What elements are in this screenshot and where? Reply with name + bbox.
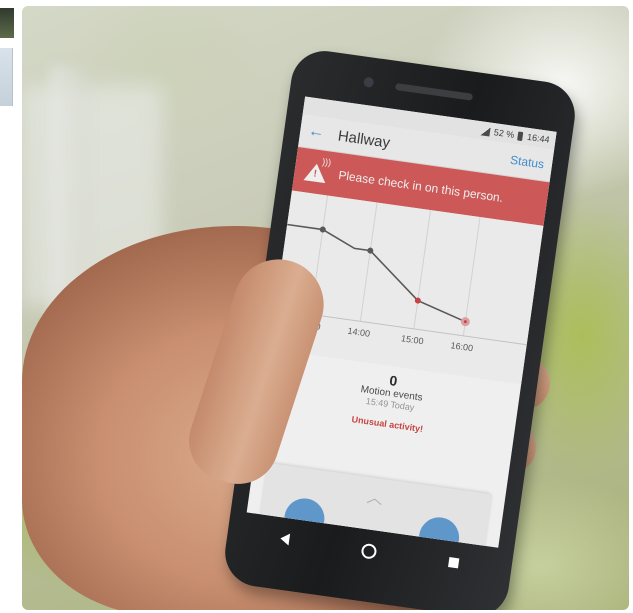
- alert-message: Please check in on this person.: [337, 167, 505, 205]
- grid-line: [413, 209, 432, 329]
- battery-icon: [517, 131, 524, 141]
- status-link[interactable]: Status: [509, 153, 545, 172]
- battery-percent: 52 %: [493, 127, 515, 140]
- page-title: Hallway: [336, 127, 392, 152]
- x-tick-label: 16:00: [450, 340, 474, 353]
- x-tick-label: 15:00: [400, 333, 424, 346]
- warning-icon: !))): [303, 157, 332, 184]
- signal-icon: [480, 125, 491, 137]
- data-point: [460, 317, 470, 327]
- data-point: [319, 226, 326, 233]
- earpiece-speaker: [394, 82, 474, 101]
- page-background-strip: [0, 0, 22, 613]
- grid-line: [359, 202, 378, 322]
- chevron-up-icon[interactable]: ︿: [366, 483, 385, 509]
- clock: 16:44: [526, 131, 551, 145]
- front-camera: [363, 76, 375, 88]
- nav-recents-icon[interactable]: [448, 557, 460, 569]
- product-photo: 52 % 16:44 ← Hallway Status !))) Please …: [22, 6, 629, 610]
- adjacent-thumbnail-dark: [0, 8, 14, 38]
- x-tick-label: 14:00: [347, 326, 371, 339]
- nav-back-icon[interactable]: [279, 532, 290, 546]
- adjacent-thumbnail: [0, 48, 13, 106]
- nav-home-icon[interactable]: [360, 542, 378, 560]
- back-arrow-icon[interactable]: ←: [307, 122, 325, 142]
